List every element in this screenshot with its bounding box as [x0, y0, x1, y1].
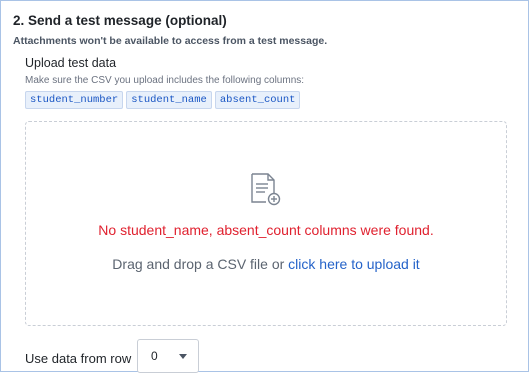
column-chip-student-number: student_number	[25, 91, 124, 109]
upload-link[interactable]: click here to upload it	[288, 256, 420, 272]
csv-dropzone[interactable]: No student_name, absent_count columns we…	[25, 121, 507, 326]
drag-drop-instructions: Drag and drop a CSV file or click here t…	[26, 256, 506, 272]
chevron-down-icon	[179, 354, 187, 359]
column-chip-absent-count: absent_count	[214, 91, 301, 109]
column-chip-student-name: student_name	[126, 91, 212, 109]
drag-drop-text: Drag and drop a CSV file or	[112, 256, 289, 272]
attachments-note: Attachments won't be available to access…	[13, 35, 328, 47]
columns-hint: Make sure the CSV you upload includes th…	[25, 75, 305, 86]
test-message-panel: 2. Send a test message (optional) Attach…	[0, 0, 529, 373]
file-add-icon	[251, 173, 281, 206]
row-select-dropdown[interactable]: 0	[137, 339, 199, 373]
section-title: 2. Send a test message (optional)	[13, 13, 227, 28]
upload-test-data-label: Upload test data	[25, 56, 117, 70]
row-select-value: 0	[151, 349, 158, 363]
required-columns: student_number student_name absent_count	[25, 91, 301, 109]
row-select-label: Use data from row	[25, 351, 132, 366]
missing-columns-error: No student_name, absent_count columns we…	[98, 222, 434, 238]
